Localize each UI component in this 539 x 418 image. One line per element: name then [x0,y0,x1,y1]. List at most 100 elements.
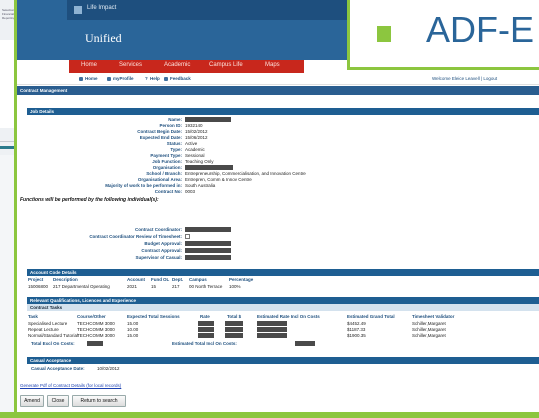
casual-date-label: Casual Acceptance Date: [31,366,85,371]
task-cell: TECHCOMM 3000 [77,327,115,332]
redacted-value [257,333,287,338]
nav-home[interactable]: Home [81,62,97,68]
col-rate: Rate [200,314,210,319]
field-label: School / Branch: [146,171,182,176]
task-cell: $1900.35 [347,333,366,338]
close-button[interactable]: Close [47,395,69,407]
redacted-value [185,241,231,246]
field-label: Expected End Date: [139,135,182,140]
redacted-value [225,327,243,332]
task-cell: Specialised Lecture [28,321,68,326]
slide-title-box: ADF-E [347,0,539,70]
account-cell: 217 Departmental Operating [53,284,110,289]
field-value: 1932140 [185,123,203,128]
redacted-value [257,327,287,332]
field-label: Type: [170,147,182,152]
subnav-home[interactable]: Home [85,76,98,81]
task-cell: Normal/Standard Tutorial [28,333,79,338]
timesheet-review-checkbox[interactable] [185,234,190,239]
subnav-feedback[interactable]: Feedback [170,76,191,81]
main-nav: Home Services Academic Campus Life Maps [69,60,304,73]
nav-maps[interactable]: Maps [265,62,280,68]
portal-top-bar: Life Impact [67,0,387,20]
col-grand-total: Estimated Grand Total [347,314,395,319]
nav-academic[interactable]: Academic [164,62,190,68]
life-impact-icon [74,6,82,14]
nav-services[interactable]: Services [119,62,142,68]
task-cell: Schiller,Margaret [412,333,446,338]
redacted-value [198,321,214,326]
sub-nav: Home myProfile ? Help Feedback Welcome E… [17,73,539,85]
amend-button[interactable]: Amend [20,395,44,407]
subnav-help[interactable]: Help [150,76,160,81]
subnav-myprofile[interactable]: myProfile [113,76,134,81]
col-campus: Campus [189,277,207,282]
welcome-logout[interactable]: Welcome Eleice Leavell | Logout [432,76,497,81]
qualifications-header: Relevant Qualifications, Licences and Ex… [27,297,539,304]
col-percentage: Percentage [229,277,254,282]
redacted-value [185,248,231,253]
task-cell: TECHCOMM 3000 [77,321,115,326]
field-label: Organisational Area: [137,177,182,182]
col-account: Account [127,277,145,282]
field-value: South Australia [185,183,216,188]
field-value: Entrepren, Comm & Innov Centre [185,177,252,182]
home-icon [79,77,83,81]
task-cell: 15.00 [127,321,139,326]
redacted-value [185,255,231,260]
approval-label: Budget Approval: [144,241,182,246]
slide-title: ADF-E [426,9,534,50]
feedback-icon [164,77,168,81]
account-cell: 217 [172,284,180,289]
field-label: Majority of work to be performed in: [105,183,182,188]
field-label: Person ID: [159,123,182,128]
account-cell: 15006800 [28,284,49,289]
redacted-value [225,333,243,338]
redacted-value [185,227,231,232]
approval-label: Contract Approval: [141,248,182,253]
approval-label: Contract Coordinator Review of Timesheet… [89,234,182,239]
return-to-search-button[interactable]: Return to search [72,395,126,407]
nav-campus-life[interactable]: Campus Life [209,62,243,68]
col-sessions: Expected Total Sessions [127,314,180,319]
life-impact-link[interactable]: Life Impact [87,5,116,11]
generate-pdf-link[interactable]: Generate Pdf of Contract Details (for lo… [20,383,121,388]
approvals: Contract Coordinator: Contract Coordinat… [17,227,539,263]
approval-label: Contract Coordinator: [135,227,182,232]
redacted-value [257,321,287,326]
page-title-bar: Contract Management [17,86,539,95]
col-rate-incl: Estimated Rate Incl On Costs [257,314,320,319]
task-cell: $4452.49 [347,321,366,326]
field-label: Job Function: [152,159,182,164]
task-cell: TECHCOMM 3000 [77,333,115,338]
approval-label: Supervisor of Casual: [135,255,182,260]
casual-date-value: 10/02/2012 [97,366,120,371]
field-value: 15/06/2012 [185,135,208,140]
task-cell: Schiller,Margaret [412,327,446,332]
account-code-header: Account Code Details [27,269,539,276]
portal-brand: Unified [85,31,122,45]
account-cell: 00 North Terrace [189,284,223,289]
task-cell: $1187.33 [347,327,366,332]
col-course: Course/Other [77,314,106,319]
total-excl-label: Total Excl On Costs: [31,341,75,346]
field-value: Sessional [185,153,205,158]
account-table: Project Description Account Fund OL Dept… [17,277,539,291]
job-details-fields: Name: Person ID: 1932140 Contract Begin … [17,117,539,217]
account-cell: 100% [229,284,241,289]
field-label: Contract No: [154,189,182,194]
tasks-table: Task Course/Other Expected Total Session… [17,314,539,352]
field-label: Status: [166,141,182,146]
redacted-value [295,341,315,346]
redacted-value [198,333,214,338]
field-label: Contract Begin Date: [137,129,182,134]
field-value: 0003 [185,189,196,194]
field-label: Name: [168,117,182,122]
account-cell: 2021 [127,284,138,289]
col-ol: OL [163,277,170,282]
col-task: Task [28,314,38,319]
col-fund: Fund [151,277,162,282]
profile-icon [107,77,111,81]
col-total: Total $ [227,314,242,319]
field-value: Academic [185,147,205,152]
